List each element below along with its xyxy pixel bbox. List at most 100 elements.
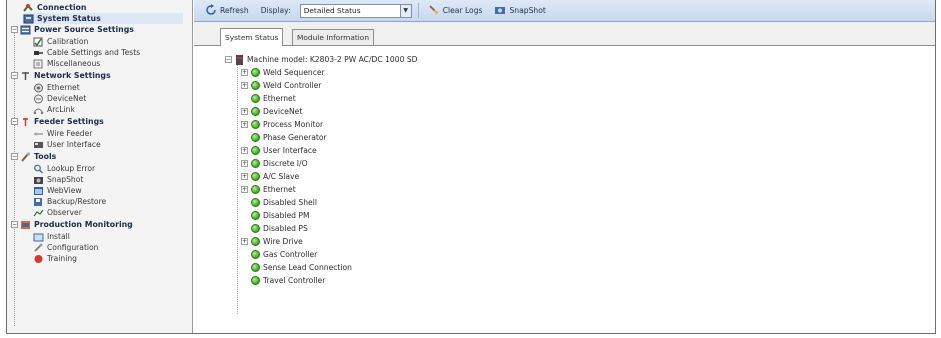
user-interface-icon bbox=[33, 140, 44, 150]
tree-root[interactable]: − Machine model: K2803-2 PW AC/DC 1000 S… bbox=[225, 54, 418, 65]
tab-system-status[interactable]: System Status bbox=[220, 28, 284, 46]
expand-icon[interactable]: + bbox=[241, 82, 248, 89]
tree-node[interactable]: Gas Controller bbox=[241, 249, 317, 260]
status-ok-icon bbox=[251, 250, 260, 259]
tree-node[interactable]: + Discrete I/O bbox=[241, 158, 308, 169]
status-ok-icon bbox=[251, 68, 260, 77]
clear-logs-button[interactable]: Clear Logs bbox=[425, 2, 486, 19]
arclink-icon bbox=[33, 105, 44, 115]
collapse-icon[interactable]: − bbox=[11, 153, 18, 160]
toolbar: Refresh Display: Detailed Status ▼ Clear… bbox=[194, 0, 935, 22]
expand-icon[interactable]: + bbox=[241, 121, 248, 128]
wire-feeder-icon bbox=[33, 129, 44, 139]
nav-item-wire-feeder[interactable]: Wire Feeder bbox=[33, 128, 92, 139]
status-icon bbox=[23, 14, 34, 24]
tree-node[interactable]: + Process Monitor bbox=[241, 119, 323, 130]
snapshot-button[interactable]: SnapShot bbox=[491, 2, 548, 19]
tree-node[interactable]: + Weld Controller bbox=[241, 80, 321, 91]
status-ok-icon bbox=[251, 133, 260, 142]
feeder-icon bbox=[20, 117, 31, 127]
expand-icon[interactable]: + bbox=[241, 173, 248, 180]
nav-item-arclink[interactable]: ArcLink bbox=[33, 104, 75, 115]
nav-item-miscellaneous[interactable]: Miscellaneous bbox=[33, 58, 100, 69]
nav-item-power-source-settings[interactable]: − Power Source Settings bbox=[11, 24, 134, 35]
configuration-icon bbox=[33, 243, 44, 253]
tree-line bbox=[237, 60, 238, 314]
nav-item-devicenet[interactable]: DeviceNet bbox=[33, 93, 86, 104]
nav-item-user-interface[interactable]: User Interface bbox=[33, 139, 101, 150]
nav-item-webview[interactable]: WebView bbox=[33, 185, 82, 196]
tree-node[interactable]: Travel Controller bbox=[241, 275, 325, 286]
collapse-icon[interactable]: − bbox=[11, 118, 18, 125]
tree-node[interactable]: Disabled PS bbox=[241, 223, 308, 234]
nav-item-feeder-settings[interactable]: − Feeder Settings bbox=[11, 116, 104, 127]
collapse-icon[interactable]: − bbox=[11, 221, 18, 228]
status-ok-icon bbox=[251, 211, 260, 220]
status-ok-icon bbox=[251, 107, 260, 116]
expand-icon[interactable]: + bbox=[241, 108, 248, 115]
tree-node[interactable]: Disabled PM bbox=[241, 210, 310, 221]
tree-node[interactable]: + DeviceNet bbox=[241, 106, 302, 117]
nav-item-configuration[interactable]: Configuration bbox=[33, 242, 99, 253]
broom-icon bbox=[428, 4, 440, 18]
tree-node[interactable]: Ethernet bbox=[241, 93, 296, 104]
tree-node[interactable]: + Ethernet bbox=[241, 184, 296, 195]
tab-strip: System Status Module Information bbox=[194, 22, 935, 46]
navigation-panel: Connection System Status − Power Source … bbox=[7, 0, 193, 333]
refresh-button[interactable]: Refresh bbox=[202, 2, 252, 19]
observer-icon bbox=[33, 208, 44, 218]
display-select[interactable]: Detailed Status ▼ bbox=[299, 3, 412, 18]
status-ok-icon bbox=[251, 263, 260, 272]
status-ok-icon bbox=[251, 94, 260, 103]
nav-item-connection[interactable]: Connection bbox=[23, 2, 86, 13]
collapse-icon[interactable]: − bbox=[11, 72, 18, 79]
nav-item-tools[interactable]: − Tools bbox=[11, 151, 56, 162]
expand-icon[interactable]: + bbox=[241, 186, 248, 193]
nav-item-install[interactable]: Install bbox=[33, 231, 70, 242]
expand-icon[interactable]: + bbox=[241, 238, 248, 245]
nav-item-training[interactable]: Training bbox=[33, 253, 77, 264]
camera-icon bbox=[494, 4, 506, 18]
nav-item-system-status[interactable]: System Status bbox=[23, 13, 183, 24]
nav-item-cable-settings[interactable]: Cable Settings and Tests bbox=[33, 47, 140, 58]
network-icon bbox=[20, 71, 31, 81]
nav-item-backup-restore[interactable]: Backup/Restore bbox=[33, 196, 106, 207]
nav-item-observer[interactable]: Observer bbox=[33, 207, 82, 218]
tree-node[interactable]: + User Interface bbox=[241, 145, 317, 156]
nav-item-ethernet[interactable]: Ethernet bbox=[33, 82, 80, 93]
status-ok-icon bbox=[251, 120, 260, 129]
backup-icon bbox=[33, 197, 44, 207]
connection-icon bbox=[23, 3, 34, 13]
status-ok-icon bbox=[251, 237, 260, 246]
nav-item-network-settings[interactable]: − Network Settings bbox=[11, 70, 111, 81]
nav-item-lookup-error[interactable]: Lookup Error bbox=[33, 163, 95, 174]
nav-item-calibration[interactable]: Calibration bbox=[33, 36, 88, 47]
collapse-icon[interactable]: − bbox=[11, 26, 18, 33]
tree-node[interactable]: Sense Lead Connection bbox=[241, 262, 352, 273]
expand-icon[interactable]: + bbox=[241, 160, 248, 167]
power-source-icon bbox=[20, 25, 31, 35]
status-ok-icon bbox=[251, 276, 260, 285]
tab-module-information[interactable]: Module Information bbox=[292, 29, 375, 45]
tree-node[interactable]: Phase Generator bbox=[241, 132, 327, 143]
chevron-down-icon[interactable]: ▼ bbox=[399, 4, 411, 17]
lookup-icon bbox=[33, 164, 44, 174]
status-ok-icon bbox=[251, 146, 260, 155]
training-icon bbox=[33, 254, 44, 264]
nav-item-snapshot[interactable]: SnapShot bbox=[33, 174, 83, 185]
ethernet-icon bbox=[33, 83, 44, 93]
machine-icon bbox=[235, 54, 244, 65]
status-ok-icon bbox=[251, 185, 260, 194]
expand-icon[interactable]: + bbox=[241, 69, 248, 76]
production-icon bbox=[20, 220, 31, 230]
expand-icon[interactable]: + bbox=[241, 147, 248, 154]
tree-node[interactable]: + Weld Sequencer bbox=[241, 67, 325, 78]
tree-node[interactable]: Disabled Shell bbox=[241, 197, 317, 208]
nav-item-production-monitoring[interactable]: − Production Monitoring bbox=[11, 219, 133, 230]
misc-icon bbox=[33, 59, 44, 69]
status-ok-icon bbox=[251, 172, 260, 181]
tree-node[interactable]: + A/C Slave bbox=[241, 171, 299, 182]
collapse-icon[interactable]: − bbox=[225, 56, 232, 63]
status-ok-icon bbox=[251, 159, 260, 168]
tree-node[interactable]: + Wire Drive bbox=[241, 236, 303, 247]
